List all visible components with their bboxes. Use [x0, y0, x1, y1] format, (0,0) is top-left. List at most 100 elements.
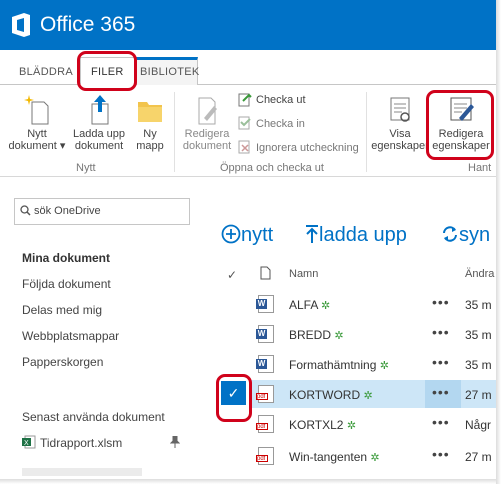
upload-command[interactable]: ladda upp [305, 224, 407, 247]
edit-document-button[interactable]: Redigera dokument [180, 94, 234, 152]
more-options-button[interactable]: ••• [432, 384, 450, 400]
table-row-selected[interactable] [250, 380, 501, 408]
file-name[interactable]: BREDD ✲ [289, 328, 344, 342]
new-item-star-icon: ✲ [321, 300, 331, 312]
app-title[interactable]: Office 365 [40, 13, 135, 37]
more-options-button[interactable]: ••• [432, 324, 450, 340]
checkin-button[interactable]: Checka in [256, 118, 305, 130]
view-properties-label-1: Visa [389, 128, 411, 140]
ribbon-separator [366, 92, 367, 172]
modified-date: 27 m [465, 388, 492, 402]
upload-document-button[interactable]: Ladda upp dokument [70, 94, 128, 152]
ribbon-separator [174, 92, 175, 172]
more-options-button[interactable]: ••• [432, 354, 450, 370]
suite-bar: Office 365 [0, 0, 501, 50]
sync-command[interactable]: syn [441, 224, 490, 247]
group-open-label: Öppna och checka ut [220, 162, 324, 174]
checkin-icon [238, 116, 251, 130]
tab-browse[interactable]: BLÄDDRA [19, 66, 73, 78]
pdf-logo-icon: pdf [256, 393, 268, 400]
file-name-text: KORTXL2 [289, 418, 344, 432]
new-item-star-icon: ✲ [363, 390, 373, 402]
select-all-checkmark[interactable]: ✓ [227, 268, 237, 282]
page-shadow-right [496, 0, 501, 484]
group-manage-label: Hant [468, 162, 492, 174]
edit-document-icon [198, 97, 217, 125]
table-row[interactable] [200, 291, 501, 317]
sync-icon [443, 226, 457, 242]
pdf-file-icon: pdf [256, 385, 274, 403]
upload-icon [91, 95, 109, 125]
pdf-file-icon: pdf [256, 415, 274, 433]
discard-checkout-button[interactable]: Ignorera utcheckning [256, 142, 359, 154]
office-logo-icon [12, 13, 30, 37]
file-name[interactable]: Formathämtning ✲ [289, 358, 389, 372]
nav-item-my-documents[interactable]: Mina dokument [22, 251, 110, 265]
nav-item-followed[interactable]: Följda dokument [22, 277, 111, 291]
file-name[interactable]: KORTWORD ✲ [289, 388, 373, 402]
checkout-button[interactable]: Checka ut [256, 94, 306, 106]
group-new-label: Nytt [76, 162, 96, 174]
new-item-star-icon: ✲ [379, 360, 389, 372]
nav-item-recycle-bin[interactable]: Papperskorgen [22, 355, 103, 369]
modified-date: 35 m [465, 328, 492, 342]
word-file-icon: W [256, 295, 274, 313]
pdf-file-icon: pdf [256, 447, 274, 465]
upload-command-label: ladda upp [319, 224, 407, 246]
folder-icon [138, 102, 162, 122]
table-row[interactable] [200, 321, 501, 347]
modified-date: Någr [465, 418, 492, 432]
recent-item-timesheet[interactable]: Tidrapport.xlsm [40, 436, 122, 450]
search-icon [20, 205, 31, 216]
discard-checkout-icon [238, 140, 250, 154]
new-command[interactable]: nytt [221, 224, 273, 247]
new-document-icon [24, 95, 49, 125]
pdf-logo-icon: pdf [256, 455, 268, 462]
new-folder-label-2: mapp [136, 140, 164, 152]
file-name-text: BREDD [289, 328, 332, 342]
file-name-text: Formathämtning [289, 358, 377, 372]
new-document-label-2: dokument ▾ [8, 140, 66, 152]
more-options-button[interactable]: ••• [432, 294, 450, 310]
edit-document-label-1: Redigera [184, 128, 230, 140]
file-name[interactable]: ALFA ✲ [289, 298, 330, 312]
tab-library[interactable]: BIBLIOTEK [140, 66, 200, 78]
file-name-text: ALFA [289, 298, 318, 312]
file-name-text: KORTWORD [289, 388, 361, 402]
new-document-button[interactable]: Nytt dokument ▾ [8, 94, 66, 152]
word-logo-icon: W [256, 299, 267, 309]
annotation-highlight-files-tab [77, 51, 137, 91]
nav-item-site-folders[interactable]: Webbplatsmappar [22, 329, 119, 343]
screenshot-frame: Office 365 BLÄDDRA FILER BIBLIOTEK Nytt … [0, 0, 501, 484]
column-header-name[interactable]: Namn [289, 268, 318, 280]
pin-icon[interactable] [170, 436, 180, 448]
more-options-button[interactable]: ••• [432, 414, 450, 430]
search-placeholder: sök OneDrive [34, 205, 101, 217]
word-file-icon: W [256, 355, 274, 373]
edit-document-label-2: dokument [182, 140, 232, 152]
new-folder-button[interactable]: Ny mapp [132, 94, 168, 152]
column-header-modified[interactable]: Ändra [465, 268, 494, 280]
nav-item-shared[interactable]: Delas med mig [22, 303, 102, 317]
new-document-label-2-text: dokument [8, 140, 57, 152]
word-file-icon: W [256, 325, 274, 343]
file-name-text: Win-tangenten [289, 450, 368, 464]
view-properties-label-2: egenskaper [371, 140, 429, 152]
file-name[interactable]: Win-tangenten ✲ [289, 450, 380, 464]
new-command-label: nytt [241, 224, 274, 246]
more-options-button[interactable]: ••• [432, 446, 450, 462]
modified-date: 35 m [465, 358, 492, 372]
view-properties-button[interactable]: Visa egenskaper [370, 94, 430, 152]
upload-label-1: Ladda upp [73, 128, 125, 140]
plus-circle-icon [221, 224, 241, 244]
ribbon-tabs [0, 50, 501, 85]
upload-label-2: dokument [74, 140, 124, 152]
new-item-star-icon: ✲ [370, 452, 380, 464]
recent-documents-title: Senast använda dokument [22, 410, 165, 424]
new-item-star-icon: ✲ [334, 330, 344, 342]
word-logo-icon: W [256, 359, 267, 369]
modified-date: 35 m [465, 298, 492, 312]
file-name[interactable]: KORTXL2 ✲ [289, 418, 356, 432]
sync-command-label: syn [459, 224, 491, 246]
new-item-star-icon: ✲ [346, 420, 357, 432]
